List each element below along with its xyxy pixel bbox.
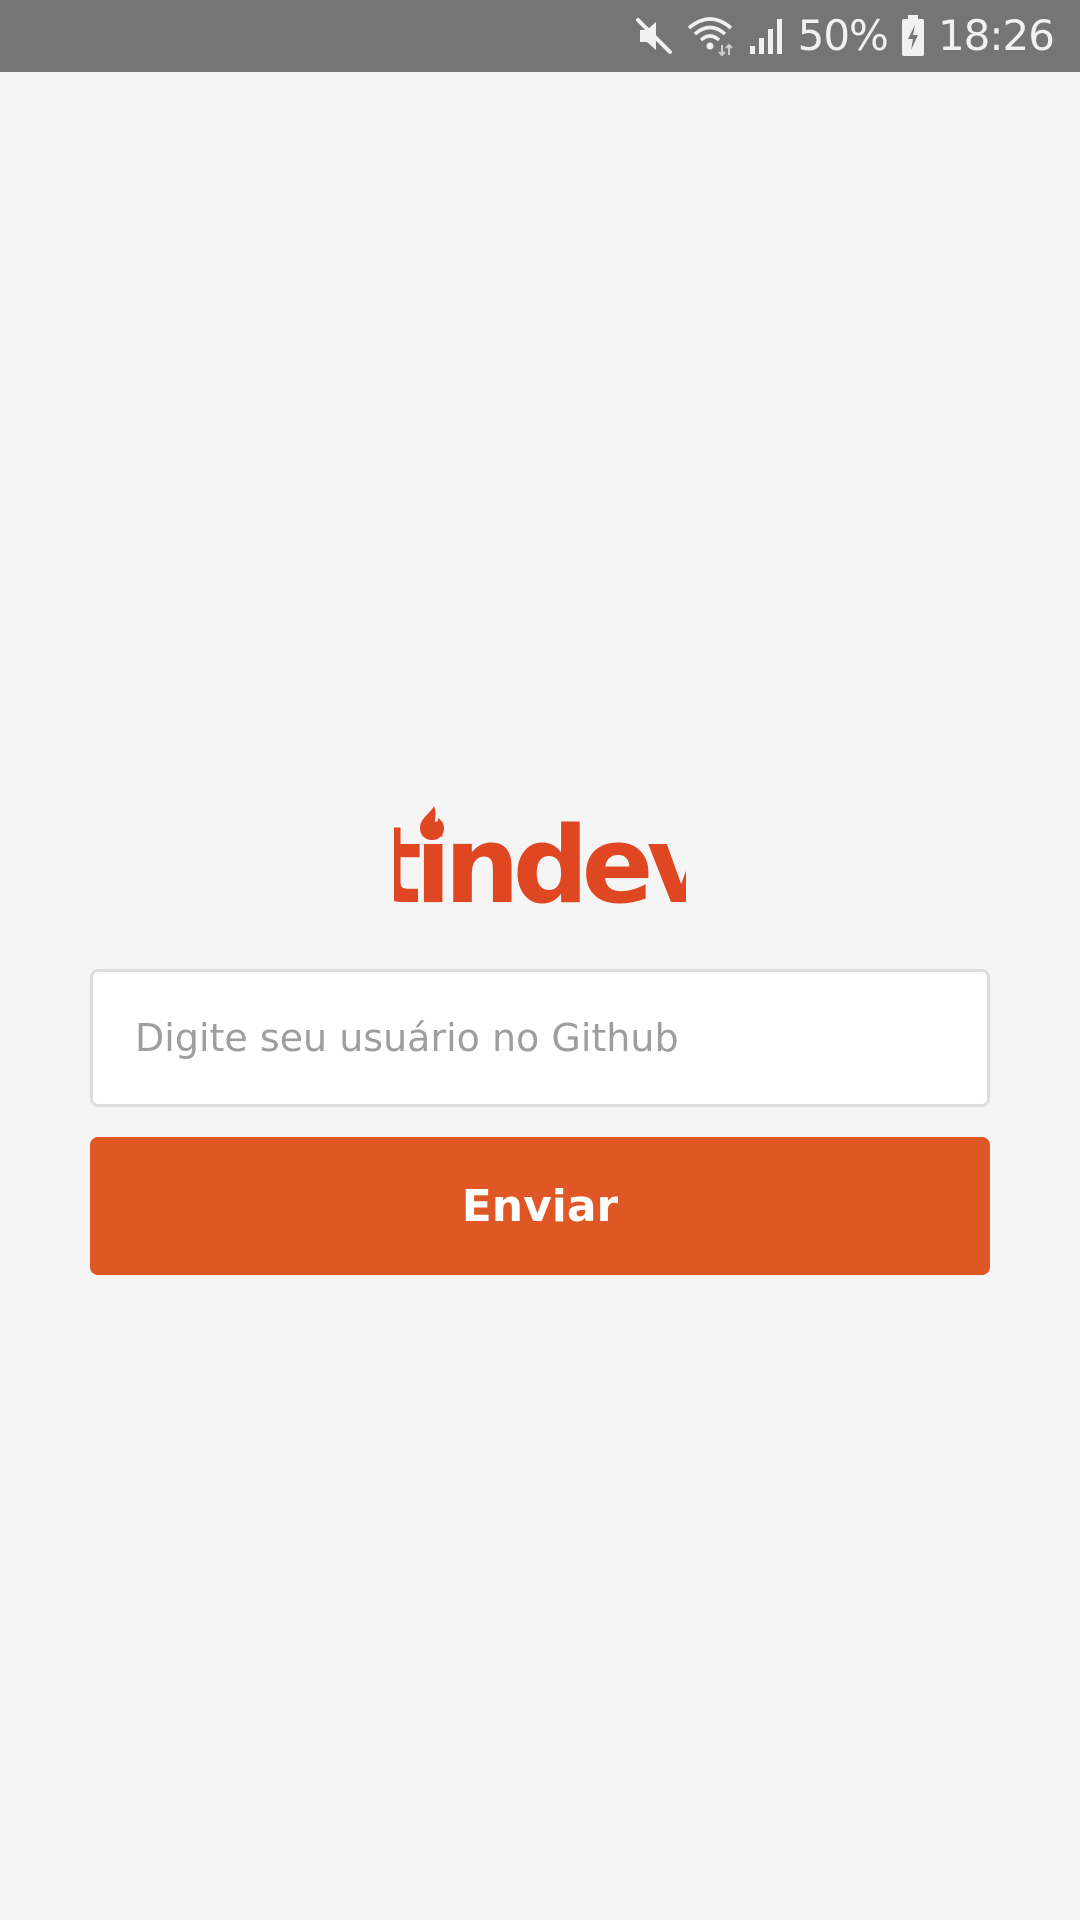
mute-icon — [634, 16, 674, 56]
logo-text: tindev — [394, 806, 686, 910]
battery-charging-icon — [900, 14, 926, 58]
tindev-logo-graphic: tindev — [371, 804, 721, 927]
signal-icon — [748, 16, 786, 56]
battery-percentage: 50% — [797, 11, 889, 60]
tindev-logo: tindev — [371, 804, 721, 927]
clock: 18:26 — [937, 11, 1055, 60]
wifi-icon — [686, 15, 736, 57]
submit-button[interactable]: Enviar — [90, 1137, 990, 1275]
status-bar: 50% 18:26 — [0, 0, 1080, 72]
github-username-input[interactable] — [90, 969, 990, 1107]
